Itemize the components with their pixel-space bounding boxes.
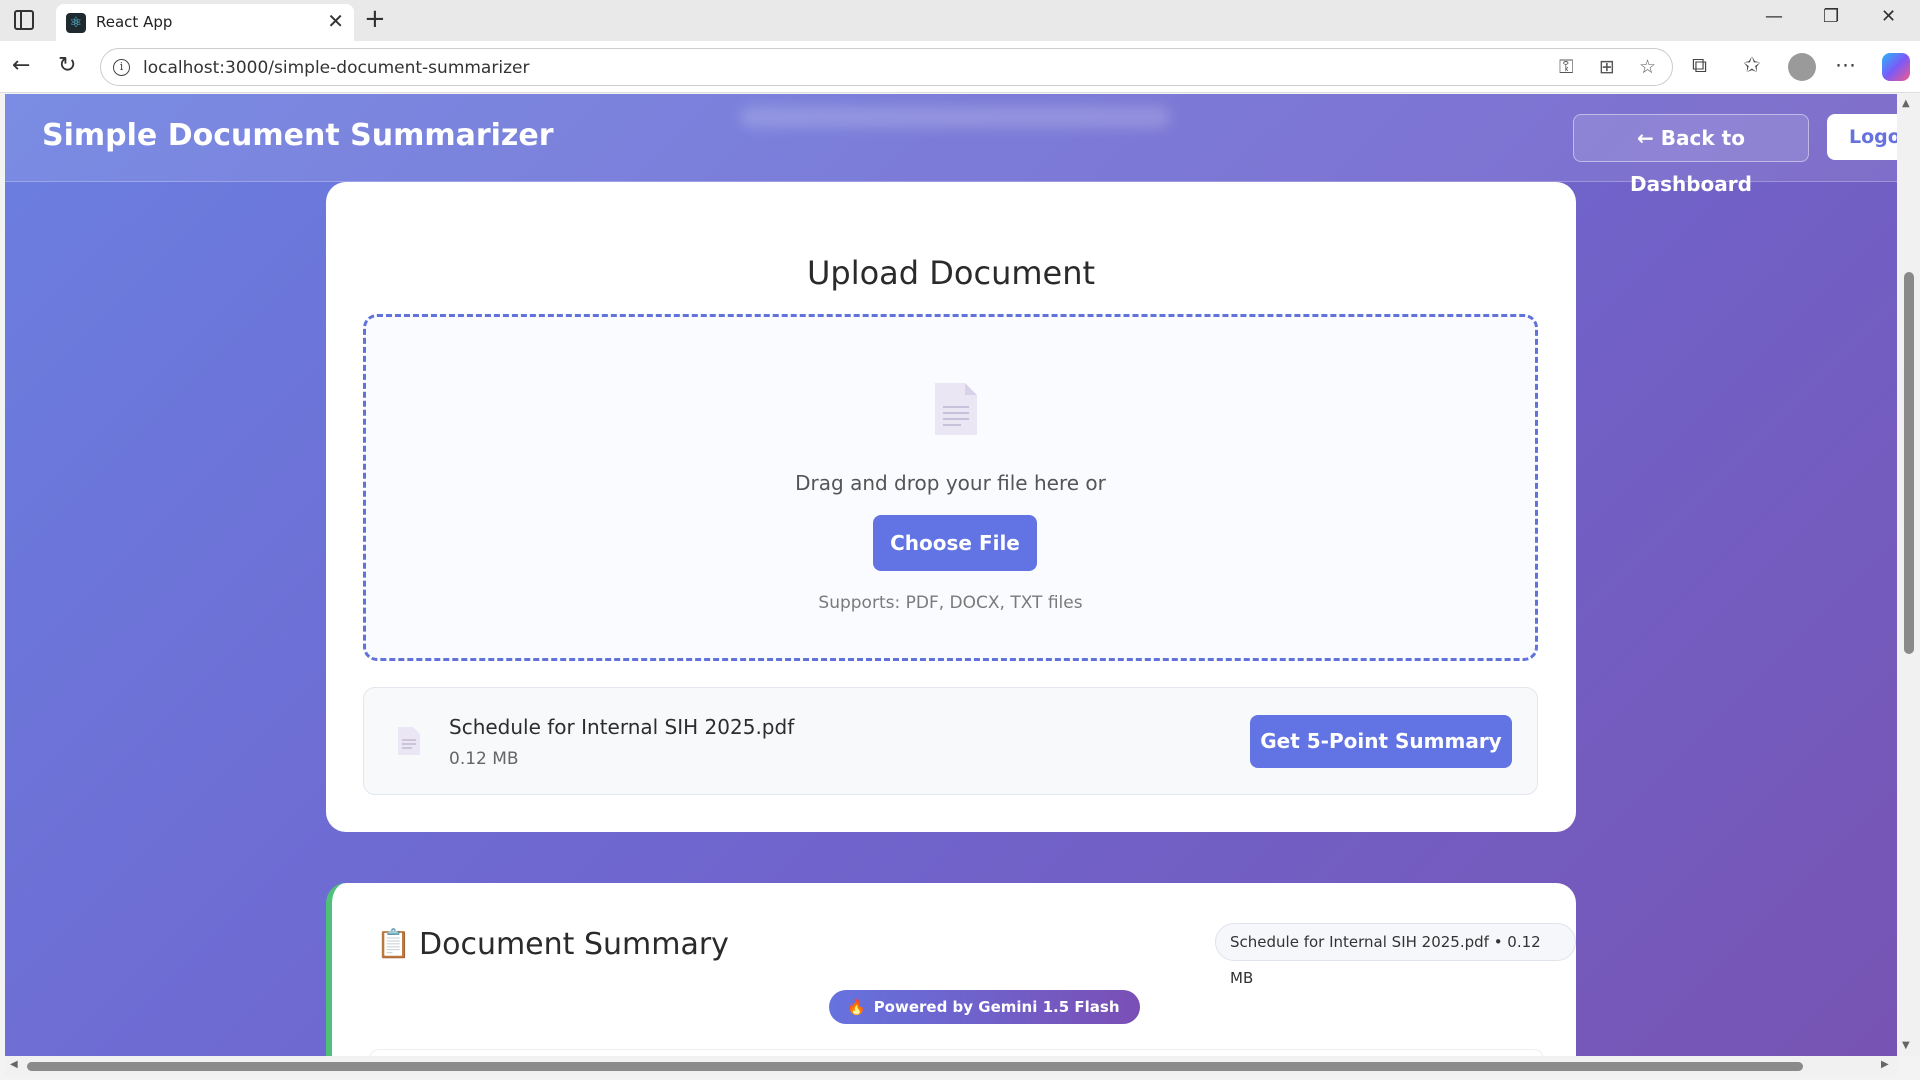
selected-file-row: Schedule for Internal SIH 2025.pdf 0.12 … [363, 687, 1538, 795]
reload-icon[interactable]: ↻ [58, 53, 76, 78]
summary-content-box [369, 1049, 1544, 1056]
file-dropzone[interactable]: Drag and drop your file here or Choose F… [363, 314, 1538, 661]
close-window-icon[interactable]: ✕ [1881, 6, 1896, 27]
sidebar-toggle-icon[interactable] [14, 10, 34, 30]
url-field[interactable]: i localhost:3000/simple-document-summari… [100, 48, 1673, 86]
copilot-icon[interactable] [1882, 53, 1910, 81]
scroll-right-icon[interactable]: ▶ [1881, 1059, 1889, 1070]
page-viewport: Simple Document Summarizer ← Back to Das… [5, 94, 1897, 1056]
password-key-icon[interactable]: ⚿ [1559, 56, 1573, 78]
app-header: Simple Document Summarizer ← Back to Das… [5, 94, 1897, 196]
upload-heading: Upload Document [806, 254, 1096, 292]
file-document-icon [398, 727, 420, 755]
summary-heading: Document Summary [419, 927, 729, 962]
url-text[interactable]: localhost:3000/simple-document-summarize… [143, 58, 529, 78]
powered-by-label: Powered by Gemini 1.5 Flash [873, 998, 1120, 1016]
choose-file-button[interactable]: Choose File [873, 515, 1037, 571]
react-favicon-icon: ⚛ [66, 13, 86, 33]
scroll-up-icon[interactable]: ▲ [1902, 98, 1910, 109]
back-arrow-icon[interactable]: ← [12, 53, 30, 78]
app-available-icon[interactable]: ⊞ [1599, 56, 1615, 78]
drop-instructions: Drag and drop your file here or [795, 471, 1106, 495]
horizontal-scrollbar[interactable]: ◀ ▶ [5, 1056, 1897, 1076]
page-title: Simple Document Summarizer [42, 118, 554, 153]
document-icon [935, 383, 977, 435]
fire-icon: 🔥 [847, 998, 866, 1016]
restore-icon[interactable]: ❐ [1823, 6, 1839, 27]
tab-title: React App [96, 13, 173, 31]
vertical-scrollbar[interactable]: ▲ ▼ [1897, 94, 1920, 1056]
scroll-down-icon[interactable]: ▼ [1902, 1040, 1910, 1051]
supported-formats-text: Supports: PDF, DOCX, TXT files [818, 593, 1083, 613]
file-name: Schedule for Internal SIH 2025.pdf [449, 715, 795, 739]
minimize-icon[interactable]: — [1765, 6, 1783, 27]
horizontal-scroll-thumb[interactable] [27, 1062, 1803, 1071]
browser-address-bar: ← ↻ i localhost:3000/simple-document-sum… [0, 41, 1920, 93]
profile-avatar-icon[interactable] [1788, 53, 1816, 81]
file-info-badge: Schedule for Internal SIH 2025.pdf • 0.1… [1215, 923, 1576, 987]
back-to-dashboard-button[interactable]: ← Back to Dashboard [1573, 114, 1809, 196]
scroll-left-icon[interactable]: ◀ [10, 1059, 18, 1070]
header-blurred-text [740, 106, 1170, 128]
powered-by-badge: 🔥 Powered by Gemini 1.5 Flash [829, 990, 1140, 1024]
site-info-icon[interactable]: i [113, 59, 130, 76]
favorites-icon[interactable]: ✩ [1743, 53, 1761, 77]
vertical-scroll-thumb[interactable] [1904, 272, 1914, 654]
tab-close-icon[interactable]: ✕ [327, 9, 344, 33]
browser-tab[interactable]: ⚛ React App ✕ [56, 4, 354, 41]
logout-button[interactable]: Logout [1827, 114, 1897, 160]
summary-card: 📋 Document Summary Schedule for Internal… [326, 883, 1576, 1056]
upload-card: Upload Document Drag and drop your file … [326, 182, 1576, 832]
favorite-star-icon[interactable]: ☆ [1639, 56, 1656, 78]
extensions-icon[interactable]: ⧉ [1692, 53, 1707, 78]
new-tab-icon[interactable]: + [364, 4, 386, 34]
get-summary-button[interactable]: Get 5-Point Summary [1250, 715, 1512, 768]
clipboard-icon: 📋 [376, 927, 411, 960]
more-options-icon[interactable]: ⋯ [1835, 53, 1856, 77]
file-size: 0.12 MB [449, 749, 519, 769]
browser-tab-bar: ⚛ React App ✕ + — ❐ ✕ [0, 0, 1920, 41]
